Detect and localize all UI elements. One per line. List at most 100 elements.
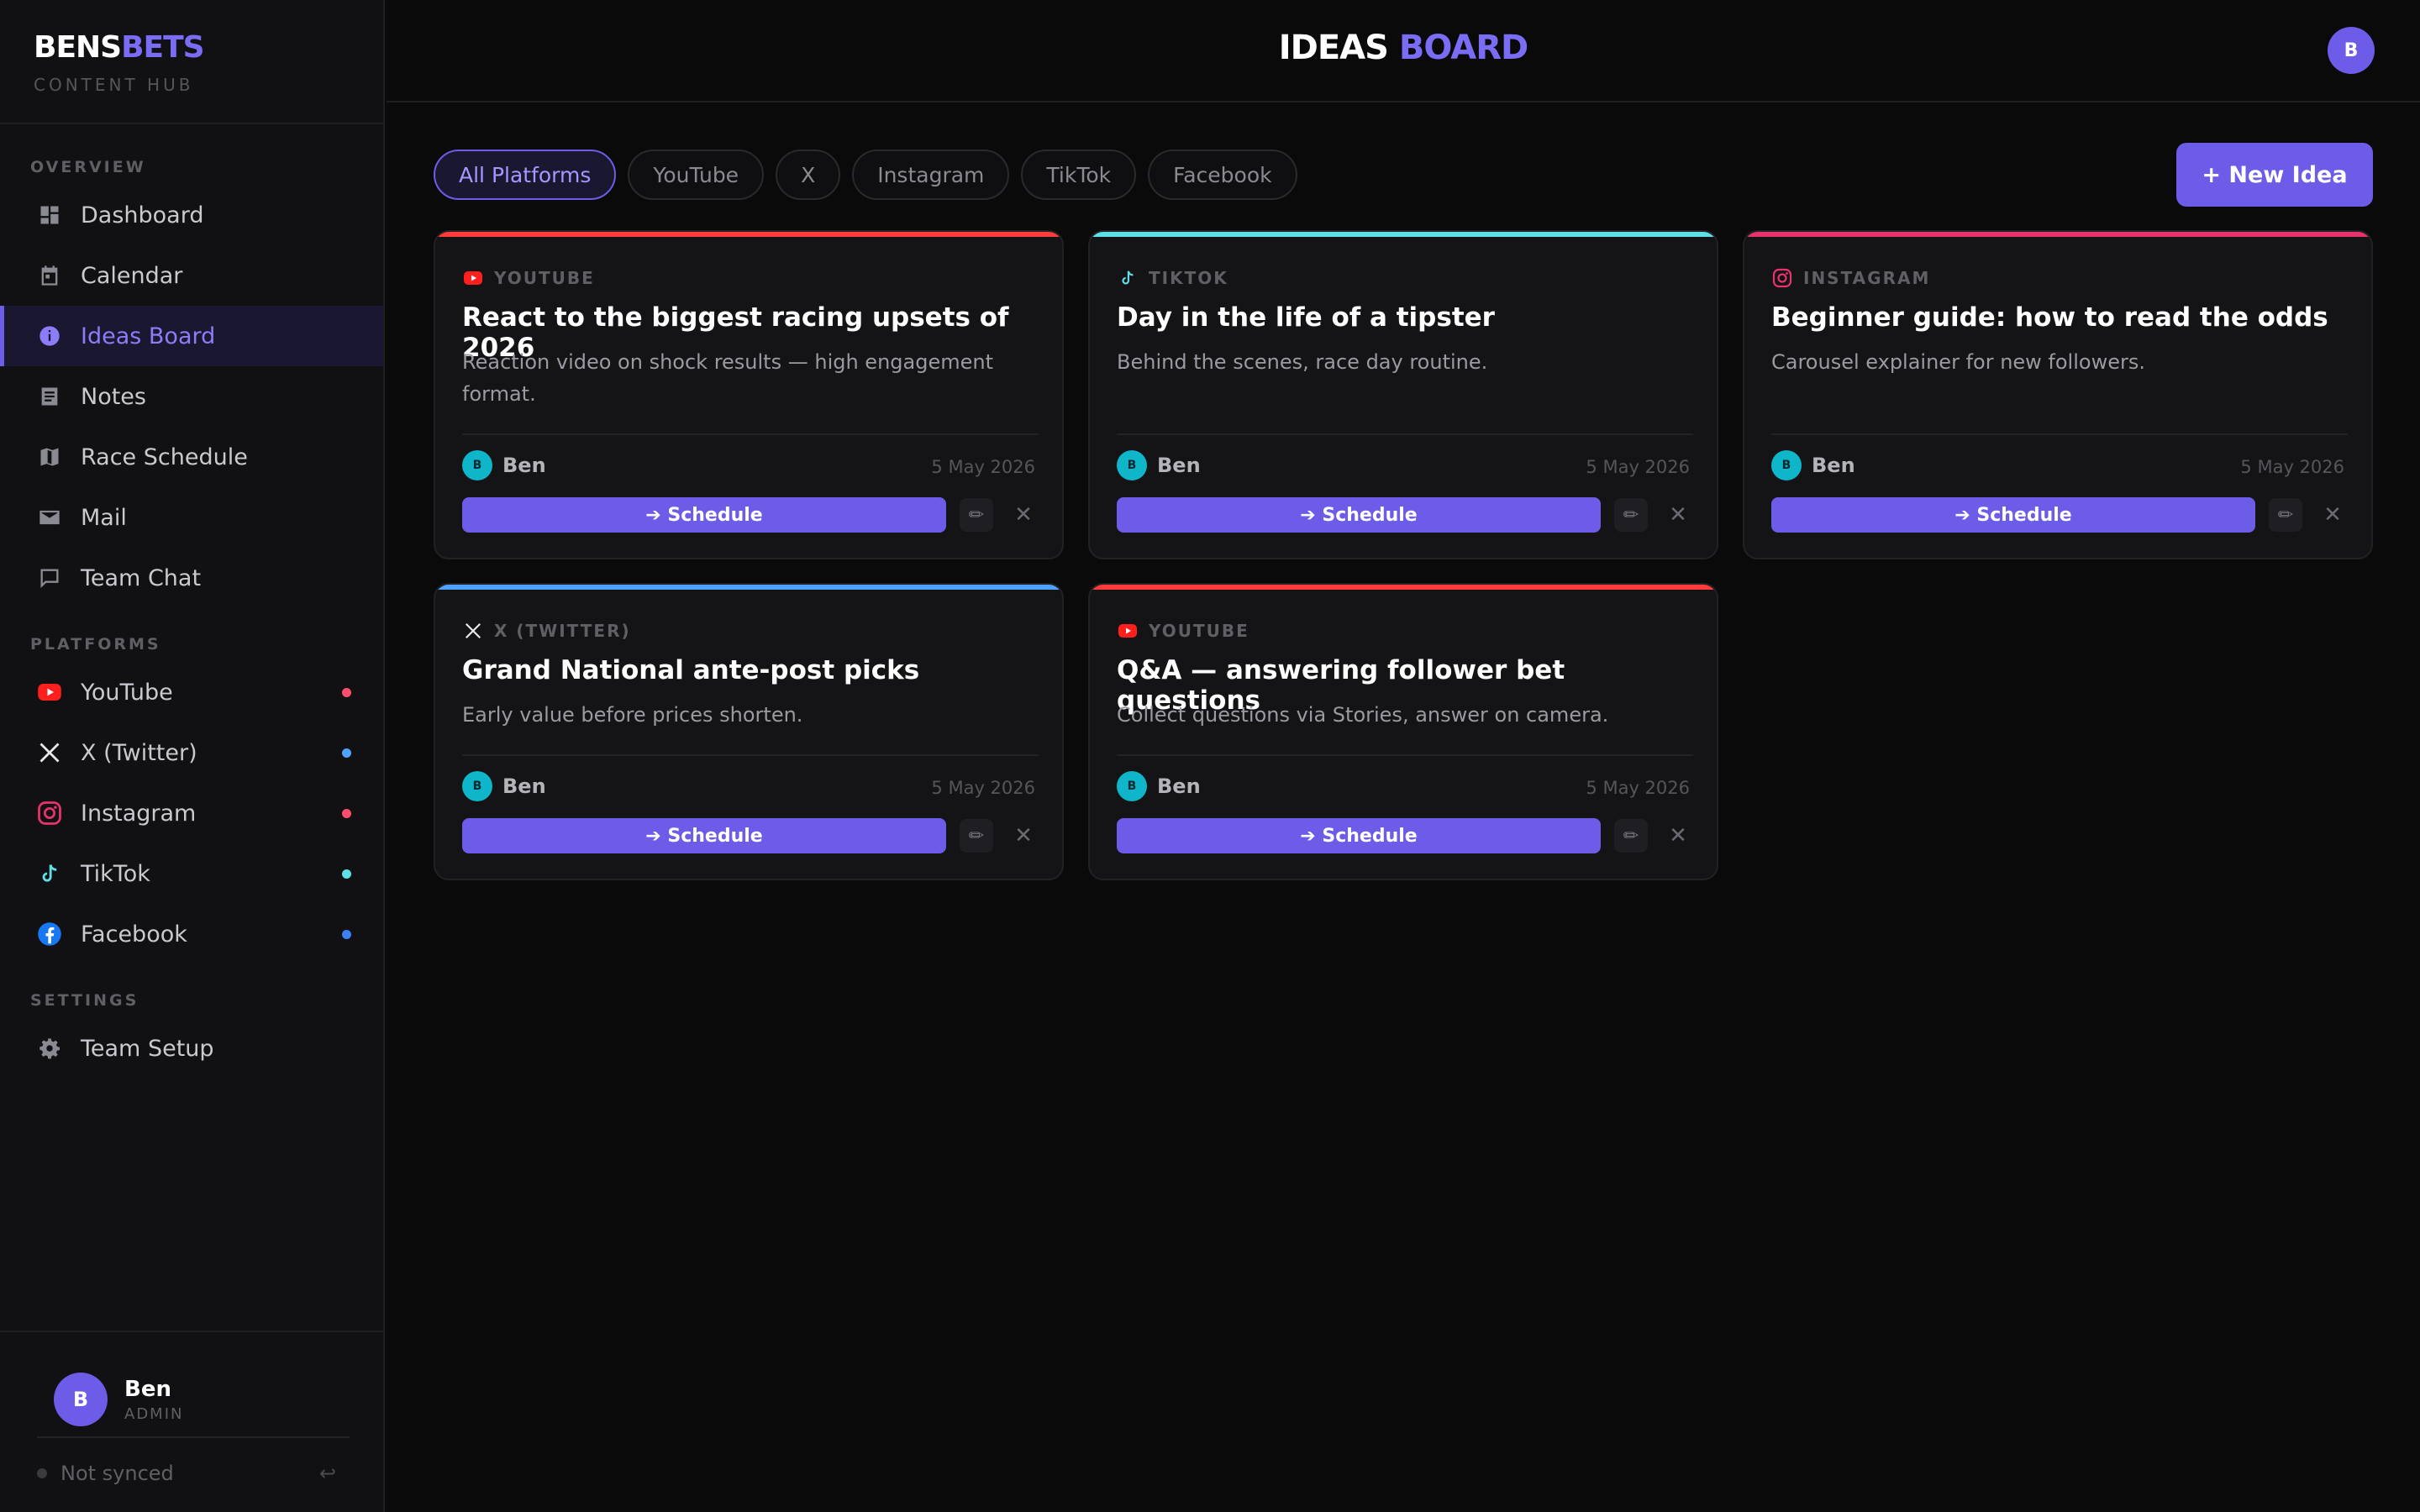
divider <box>0 1331 383 1332</box>
close-icon[interactable]: ✕ <box>1661 498 1695 532</box>
sidebar-item-tiktok[interactable]: TikTok <box>0 843 383 904</box>
card-author: B Ben <box>1117 450 1201 480</box>
card-platform-label: YOUTUBE <box>494 268 595 288</box>
user-role: ADMIN <box>124 1404 184 1423</box>
edit-pencil-icon[interactable]: ✏ <box>960 498 993 532</box>
card-accent-bar <box>435 585 1062 590</box>
sidebar-item-label: Facebook <box>81 921 187 948</box>
sidebar-item-team-setup[interactable]: Team Setup <box>0 1018 383 1079</box>
card-date: 5 May 2026 <box>931 778 1035 798</box>
brand-name: BENSBETS <box>34 30 205 65</box>
close-icon[interactable]: ✕ <box>1007 498 1040 532</box>
author-name: Ben <box>1157 454 1201 477</box>
card-platform: TIKTOK <box>1117 267 1228 289</box>
schedule-button[interactable]: ➔ Schedule <box>462 818 946 853</box>
facebook-icon <box>37 921 62 947</box>
divider <box>1771 433 2348 435</box>
close-icon[interactable]: ✕ <box>1661 819 1695 853</box>
status-dot <box>342 748 351 758</box>
avatar: B <box>1117 450 1147 480</box>
schedule-button[interactable]: ➔ Schedule <box>462 497 946 533</box>
avatar[interactable]: B <box>2328 27 2375 74</box>
calendar-icon <box>37 263 62 288</box>
sidebar-item-label: Dashboard <box>81 202 204 228</box>
brand-name-part-a: BENS <box>34 30 122 65</box>
page-title: IDEAS BOARD <box>387 29 2420 67</box>
filter-chip-facebook[interactable]: Facebook <box>1148 150 1297 200</box>
card-platform: YOUTUBE <box>462 267 595 289</box>
filter-chip-tiktok[interactable]: TikTok <box>1021 150 1137 200</box>
filter-chip-instagram[interactable]: Instagram <box>852 150 1010 200</box>
edit-pencil-icon[interactable]: ✏ <box>960 819 993 853</box>
user-name: Ben <box>124 1376 171 1402</box>
sidebar-item-facebook[interactable]: Facebook <box>0 904 383 964</box>
schedule-button[interactable]: ➔ Schedule <box>1117 497 1601 533</box>
x-icon <box>462 620 484 642</box>
card-author: B Ben <box>1117 771 1201 801</box>
sidebar-item-label: Instagram <box>81 800 197 827</box>
sidebar-item-notes[interactable]: Notes <box>0 366 383 427</box>
idea-card[interactable]: INSTAGRAM Beginner guide: how to read th… <box>1743 230 2373 559</box>
schedule-button[interactable]: ➔ Schedule <box>1117 818 1601 853</box>
sidebar-item-mail[interactable]: Mail <box>0 487 383 548</box>
card-date: 5 May 2026 <box>1586 457 1690 477</box>
sidebar-item-x-twitter[interactable]: X (Twitter) <box>0 722 383 783</box>
filter-chip-youtube[interactable]: YouTube <box>628 150 765 200</box>
divider <box>0 123 383 124</box>
edit-pencil-icon[interactable]: ✏ <box>1614 819 1648 853</box>
card-title: Day in the life of a tipster <box>1117 302 1495 333</box>
sidebar-item-label: Team Chat <box>81 564 202 591</box>
card-description: Early value before prices shorten. <box>462 703 803 727</box>
card-accent-bar <box>1090 585 1717 590</box>
page-title-part-a: IDEAS <box>1278 29 1389 67</box>
card-author: B Ben <box>1771 450 1855 480</box>
sidebar-item-calendar[interactable]: Calendar <box>0 245 383 306</box>
gear-icon <box>37 1036 62 1061</box>
logout-icon[interactable]: ↩ <box>319 1462 336 1485</box>
platform-filter-bar: All Platforms YouTube X Instagram TikTok… <box>434 150 1309 200</box>
idea-card[interactable]: YOUTUBE Q&A — answering follower bet que… <box>1088 583 1718 880</box>
idea-card[interactable]: YOUTUBE React to the biggest racing upse… <box>434 230 1064 559</box>
card-platform-label: TIKTOK <box>1149 268 1228 288</box>
idea-card[interactable]: TIKTOK Day in the life of a tipster Behi… <box>1088 230 1718 559</box>
close-icon[interactable]: ✕ <box>1007 819 1040 853</box>
sidebar-item-label: Calendar <box>81 262 183 289</box>
instagram-icon <box>37 801 62 826</box>
card-accent-bar <box>1090 232 1717 237</box>
sidebar-item-label: TikTok <box>81 860 150 887</box>
schedule-button[interactable]: ➔ Schedule <box>1771 497 2255 533</box>
idea-card[interactable]: X (TWITTER) Grand National ante-post pic… <box>434 583 1064 880</box>
user-card[interactable]: B Ben ADMIN <box>54 1373 183 1426</box>
instagram-icon <box>1771 267 1793 289</box>
youtube-icon <box>1117 620 1139 642</box>
new-idea-button[interactable]: + New Idea <box>2176 143 2373 207</box>
card-platform-label: YOUTUBE <box>1149 621 1249 641</box>
edit-pencil-icon[interactable]: ✏ <box>1614 498 1648 532</box>
card-platform-label: X (TWITTER) <box>494 621 631 641</box>
sidebar-item-label: Team Setup <box>81 1035 214 1062</box>
sync-status-label: Not synced <box>60 1462 174 1485</box>
sidebar-item-ideas-board[interactable]: Ideas Board <box>0 306 383 366</box>
sidebar-item-dashboard[interactable]: Dashboard <box>0 185 383 245</box>
sidebar: BENSBETS CONTENT HUB OVERVIEW Dashboard … <box>0 0 385 1512</box>
card-title: Beginner guide: how to read the odds <box>1771 302 2328 333</box>
close-icon[interactable]: ✕ <box>2316 498 2349 532</box>
card-description: Carousel explainer for new followers. <box>1771 350 2145 374</box>
card-description: Reaction video on shock results — high e… <box>462 350 993 406</box>
filter-chip-all-platforms[interactable]: All Platforms <box>434 150 617 200</box>
card-platform: X (TWITTER) <box>462 620 631 642</box>
top-header: IDEAS BOARD B <box>387 0 2420 102</box>
card-date: 5 May 2026 <box>931 457 1035 477</box>
section-label-settings: SETTINGS <box>30 991 139 1010</box>
sidebar-item-race-schedule[interactable]: Race Schedule <box>0 427 383 487</box>
sidebar-item-instagram[interactable]: Instagram <box>0 783 383 843</box>
status-dot <box>342 929 351 939</box>
sidebar-item-team-chat[interactable]: Team Chat <box>0 548 383 608</box>
brand[interactable]: BENSBETS CONTENT HUB <box>34 30 205 95</box>
author-name: Ben <box>502 454 546 477</box>
avatar: B <box>1771 450 1802 480</box>
edit-pencil-icon[interactable]: ✏ <box>2269 498 2302 532</box>
sidebar-item-youtube[interactable]: YouTube <box>0 662 383 722</box>
page-title-part-b: BOARD <box>1398 29 1528 67</box>
filter-chip-x[interactable]: X <box>776 150 841 200</box>
